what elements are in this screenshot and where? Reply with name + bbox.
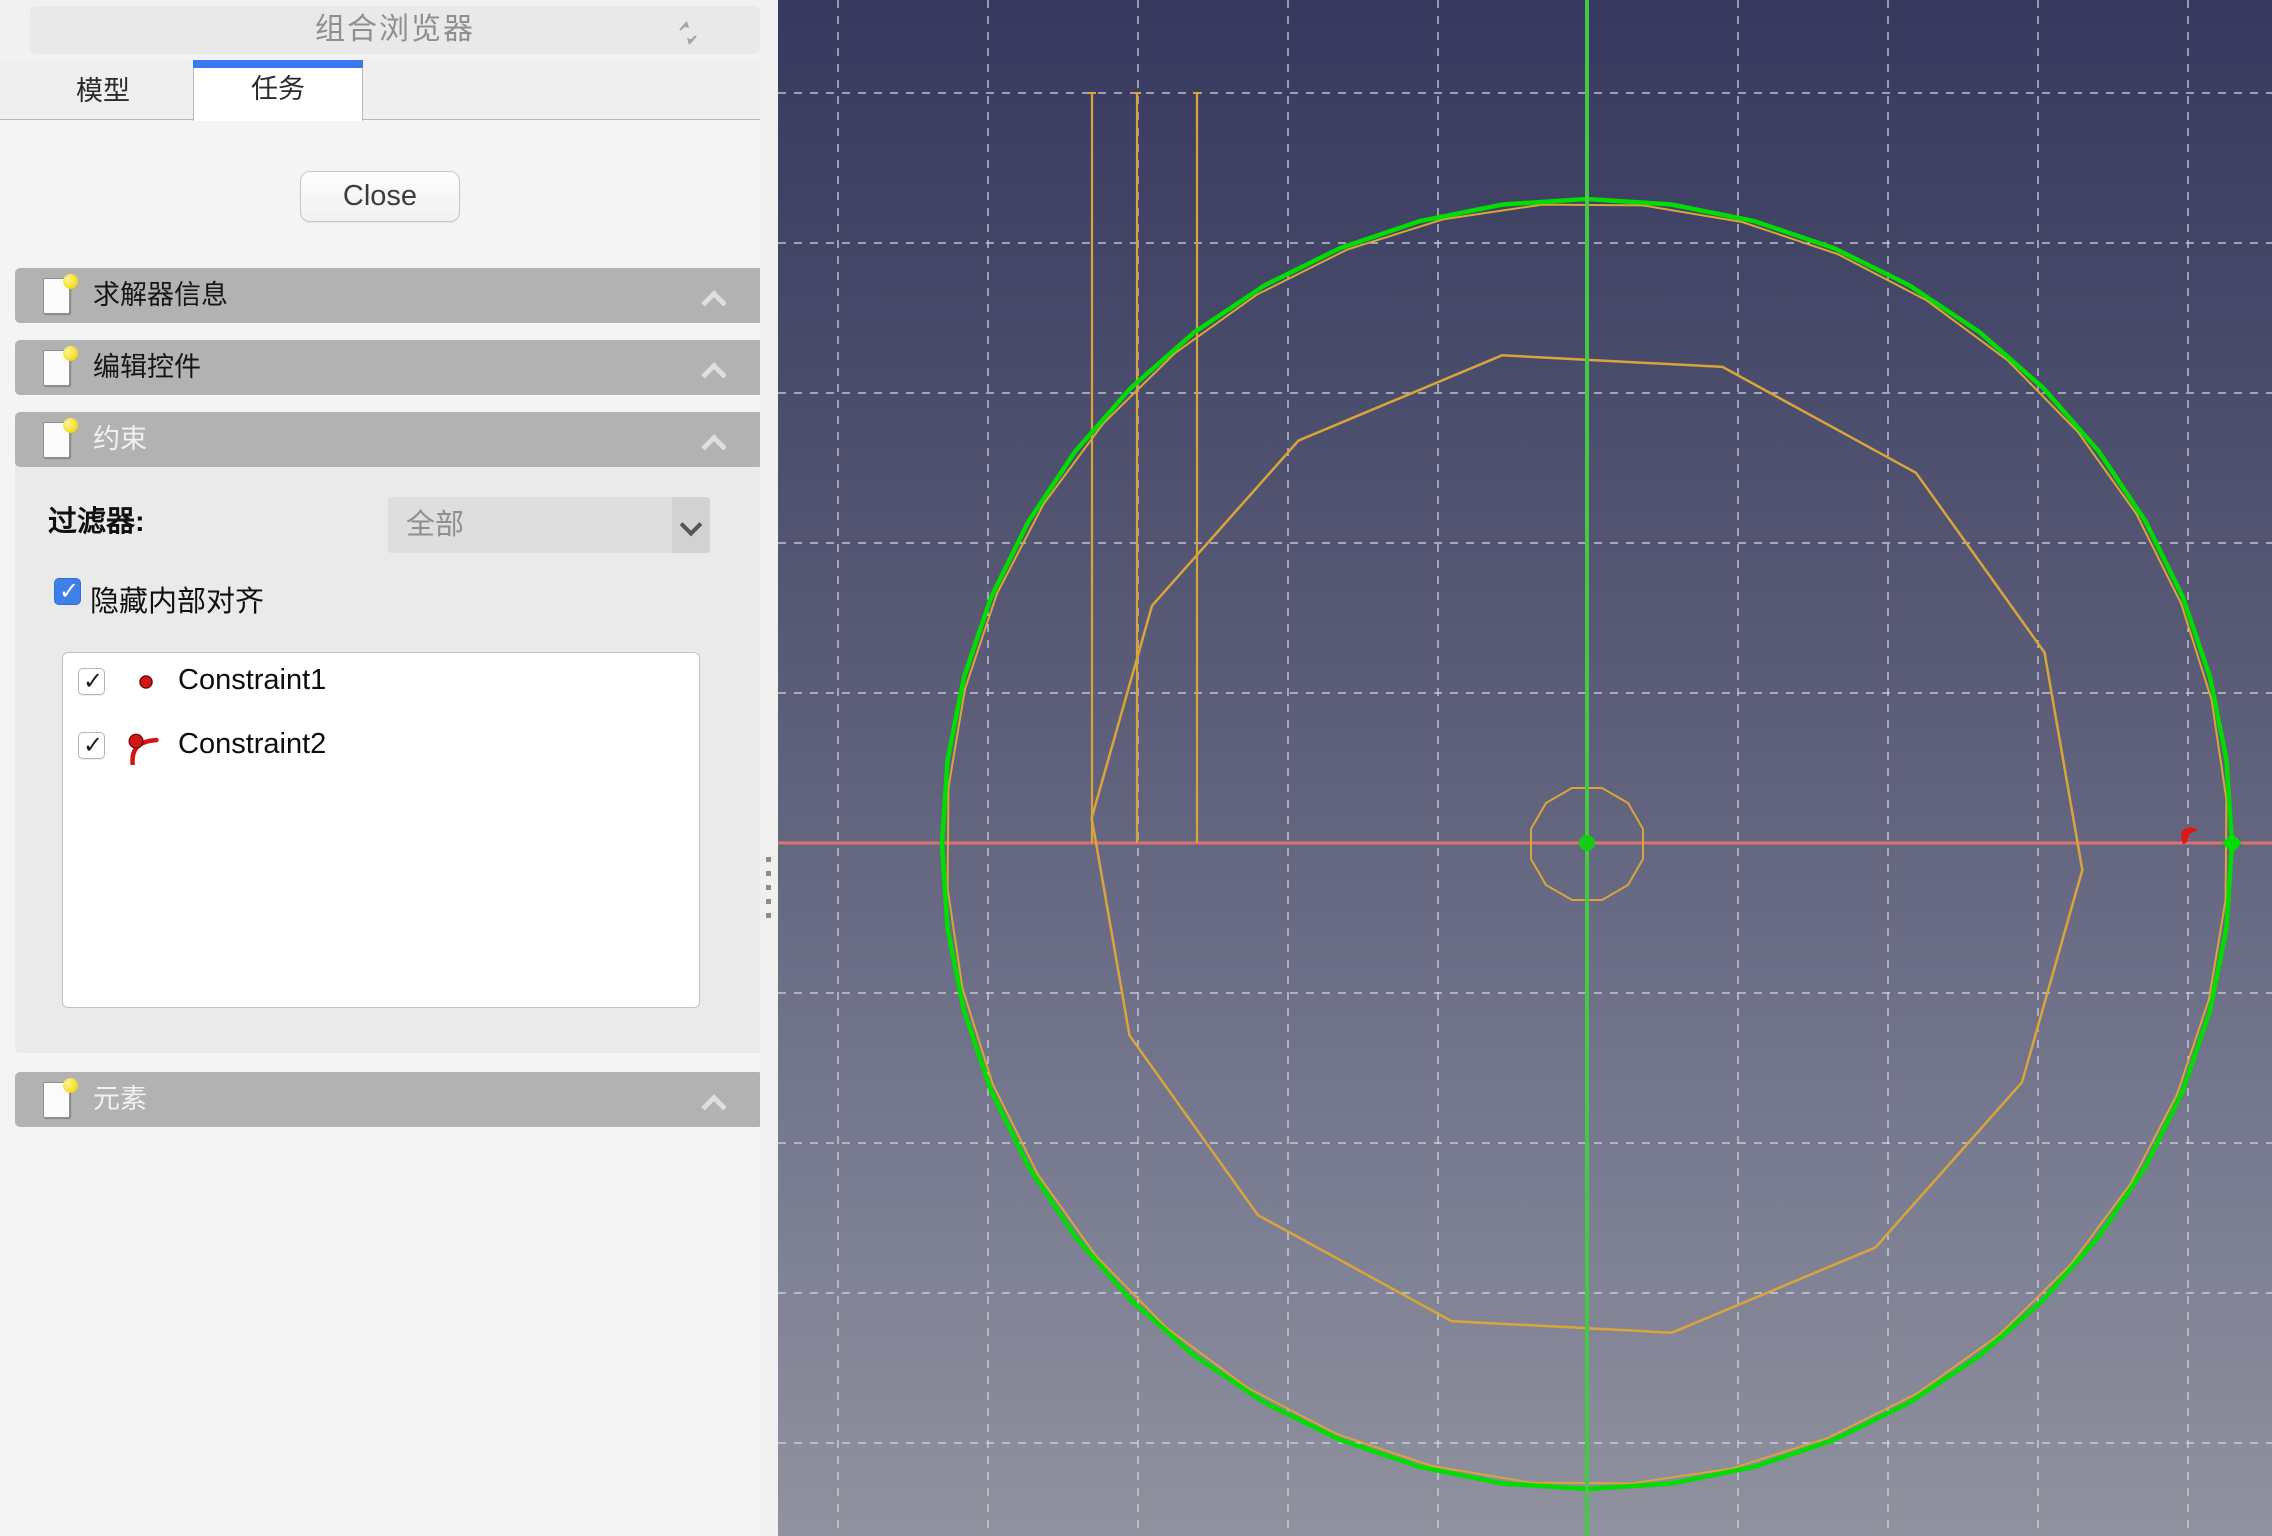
constraint-name: Constraint2 — [178, 728, 326, 761]
panel-splitter[interactable] — [760, 0, 778, 1536]
section-header-solver[interactable]: 求解器信息 — [15, 268, 763, 323]
3d-viewport[interactable] — [778, 0, 2272, 1536]
panel-title: 组合浏览器 — [30, 6, 760, 54]
constraint1-checkbox[interactable] — [78, 668, 105, 695]
section-label: 元素 — [93, 1072, 147, 1127]
filter-label: 过滤器: — [48, 498, 145, 540]
freecad-window: 组合浏览器 模型 任务 Close 求解器信息 编辑控件 — [0, 0, 2272, 1536]
hide-internal-alignment-checkbox[interactable] — [54, 578, 81, 605]
chevron-up-icon[interactable] — [705, 290, 721, 306]
section-header-constraints[interactable]: 约束 — [15, 412, 763, 467]
chevron-up-icon[interactable] — [705, 434, 721, 450]
splitter-grip-dot — [766, 871, 771, 876]
filter-dropdown[interactable]: 全部 — [388, 497, 710, 553]
constraint2-checkbox[interactable] — [78, 732, 105, 759]
point-on-object-constraint-icon — [127, 731, 161, 765]
task-page-icon — [43, 348, 77, 388]
panel-tabbar: 模型 任务 — [0, 60, 778, 120]
close-button[interactable]: Close — [300, 171, 460, 222]
float-panel-icon[interactable] — [676, 20, 700, 46]
constraint-row[interactable]: Constraint1 — [63, 661, 699, 703]
panel-header: 组合浏览器 — [30, 6, 760, 54]
combo-view-panel: 组合浏览器 模型 任务 Close 求解器信息 编辑控件 — [0, 0, 778, 1536]
sketch-canvas[interactable] — [778, 0, 2272, 1536]
section-label: 编辑控件 — [93, 340, 201, 395]
coincident-constraint-icon — [131, 667, 161, 697]
task-page-icon — [43, 276, 77, 316]
splitter-grip-dot — [766, 885, 771, 890]
section-header-edit-controls[interactable]: 编辑控件 — [15, 340, 763, 395]
filter-selected-value: 全部 — [406, 497, 464, 553]
tab-model[interactable]: 模型 — [18, 60, 188, 120]
splitter-grip-dot — [766, 899, 771, 904]
chevron-up-icon[interactable] — [705, 1094, 721, 1110]
section-header-elements[interactable]: 元素 — [15, 1072, 763, 1127]
constraint-list[interactable]: Constraint1 Constraint2 — [62, 652, 700, 1008]
hide-internal-alignment-label: 隐藏内部对齐 — [90, 578, 264, 620]
chevron-up-icon[interactable] — [705, 362, 721, 378]
section-label: 约束 — [93, 412, 147, 467]
splitter-grip-dot — [766, 857, 771, 862]
chevron-down-icon[interactable] — [672, 497, 710, 553]
section-label: 求解器信息 — [93, 268, 228, 323]
constraint-name: Constraint1 — [178, 664, 326, 697]
task-page-icon — [43, 1080, 77, 1120]
task-page-icon — [43, 420, 77, 460]
tab-tasks[interactable]: 任务 — [193, 60, 363, 121]
constraint-row[interactable]: Constraint2 — [63, 725, 699, 767]
splitter-grip-dot — [766, 913, 771, 918]
